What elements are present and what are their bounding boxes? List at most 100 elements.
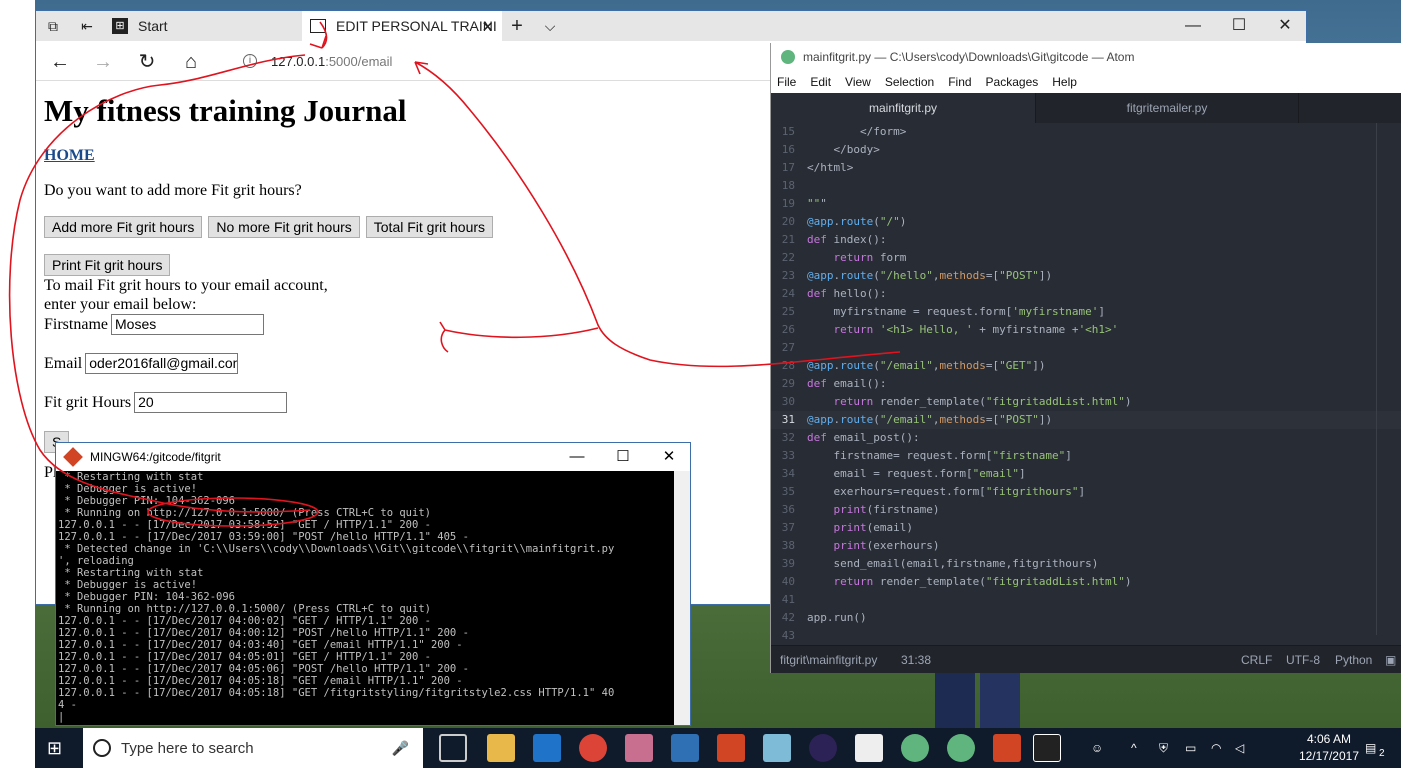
home-icon[interactable]: ⌂: [179, 50, 203, 74]
photos-icon[interactable]: [1033, 734, 1061, 762]
code-line[interactable]: 32 def email_post():: [771, 429, 1401, 447]
code-line[interactable]: 35 exerhours=request.form["fitgrithours"…: [771, 483, 1401, 501]
taskbar-clock[interactable]: 4:06 AM 12/17/2017: [1299, 731, 1359, 765]
atom-taskbar-icon-1[interactable]: [901, 734, 929, 762]
atom-menu-file[interactable]: File: [777, 75, 796, 89]
clipboard-icon[interactable]: ▣: [1385, 646, 1396, 674]
site-info-icon[interactable]: i: [243, 54, 257, 68]
windows-start-icon[interactable]: ⊞: [47, 738, 67, 758]
code-line[interactable]: 43: [771, 627, 1401, 645]
people-icon[interactable]: ☺: [1091, 728, 1103, 768]
terminal-output[interactable]: * Restarting with stat * Debugger is act…: [56, 471, 676, 725]
code-line[interactable]: 17 </html>: [771, 159, 1401, 177]
show-hidden-icons[interactable]: ^: [1131, 728, 1137, 768]
editor-scrollbar[interactable]: [1376, 123, 1377, 635]
atom-menu-find[interactable]: Find: [948, 75, 971, 89]
file-explorer-icon[interactable]: [487, 734, 515, 762]
home-link[interactable]: HOME: [44, 147, 495, 165]
new-tab-button[interactable]: +: [508, 16, 526, 36]
snipping-tool-icon[interactable]: [625, 734, 653, 762]
firstname-input[interactable]: Moses: [111, 314, 264, 335]
address-bar[interactable]: i 127.0.0.1:5000/email: [231, 47, 781, 75]
status-encoding[interactable]: UTF-8: [1286, 646, 1320, 674]
chrome-icon[interactable]: [579, 734, 607, 762]
code-line[interactable]: 23 @app.route("/hello",methods=["POST"]): [771, 267, 1401, 285]
security-icon[interactable]: ⛨: [1159, 728, 1168, 768]
add-more-hours-button[interactable]: Add more Fit grit hours: [44, 216, 203, 238]
tab-start[interactable]: ⊞ Start: [106, 11, 301, 41]
code-line[interactable]: 42 app.run(): [771, 609, 1401, 627]
microphone-icon[interactable]: 🎤: [392, 740, 409, 757]
code-line[interactable]: 28 @app.route("/email",methods=["GET"]): [771, 357, 1401, 375]
email-input[interactable]: oder2016fall@gmail.com: [85, 353, 239, 374]
code-line[interactable]: 16 </body>: [771, 141, 1401, 159]
status-cursor-position[interactable]: 31:38: [901, 646, 931, 674]
terminal-minimize-button[interactable]: —: [554, 443, 600, 471]
wifi-icon[interactable]: ◠: [1211, 728, 1221, 768]
code-line[interactable]: 29 def email():: [771, 375, 1401, 393]
task-view-icon[interactable]: [439, 734, 467, 762]
forward-arrow-icon[interactable]: →: [91, 50, 115, 74]
code-line[interactable]: 26 return '<h1> Hello, ' + myfirstname +…: [771, 321, 1401, 339]
code-line[interactable]: 37 print(email): [771, 519, 1401, 537]
atom-menu-help[interactable]: Help: [1052, 75, 1077, 89]
code-line[interactable]: 15 </form>: [771, 123, 1401, 141]
edge-icon[interactable]: [533, 734, 561, 762]
back-arrow-icon[interactable]: ←: [48, 50, 72, 74]
code-line[interactable]: 40 return render_template("fitgritaddLis…: [771, 573, 1401, 591]
git-bash-taskbar-icon[interactable]: [993, 734, 1021, 762]
powershell-icon[interactable]: [671, 734, 699, 762]
code-line[interactable]: 18: [771, 177, 1401, 195]
set-tabs-aside-icon[interactable]: ⇤: [78, 17, 96, 35]
atom-taskbar-icon-2[interactable]: [947, 734, 975, 762]
eclipse-icon[interactable]: [809, 734, 837, 762]
code-line[interactable]: 41: [771, 591, 1401, 609]
code-line[interactable]: 30 return render_template("fitgritaddLis…: [771, 393, 1401, 411]
terminal-close-button[interactable]: ✕: [646, 443, 692, 471]
hours-input[interactable]: 20: [134, 392, 288, 413]
minimize-button[interactable]: —: [1170, 11, 1216, 41]
git-gui-icon[interactable]: [717, 734, 745, 762]
code-line[interactable]: 39 send_email(email,firstname,fitgrithou…: [771, 555, 1401, 573]
status-grammar[interactable]: Python: [1335, 646, 1372, 674]
code-line[interactable]: 38 print(exerhours): [771, 537, 1401, 555]
code-line[interactable]: 20 @app.route("/"): [771, 213, 1401, 231]
code-line[interactable]: 34 email = request.form["email"]: [771, 465, 1401, 483]
atom-menu-view[interactable]: View: [845, 75, 871, 89]
atom-menu-edit[interactable]: Edit: [810, 75, 831, 89]
atom-menu-packages[interactable]: Packages: [986, 75, 1039, 89]
battery-icon[interactable]: ▭: [1185, 728, 1196, 768]
tab-edit-personal-training[interactable]: EDIT PERSONAL TRAINI ✕: [302, 11, 502, 41]
no-more-hours-button[interactable]: No more Fit grit hours: [208, 216, 360, 238]
code-line[interactable]: 19 """: [771, 195, 1401, 213]
notepad-icon[interactable]: [763, 734, 791, 762]
code-line[interactable]: 24 def hello():: [771, 285, 1401, 303]
terminal-scrollbar[interactable]: [674, 471, 690, 725]
tab-mainfitgrit[interactable]: mainfitgrit.py: [771, 93, 1035, 123]
code-line[interactable]: 31 @app.route("/email",methods=["POST"]): [771, 411, 1401, 429]
code-line[interactable]: 27: [771, 339, 1401, 357]
code-line[interactable]: 22 return form: [771, 249, 1401, 267]
total-hours-button[interactable]: Total Fit grit hours: [365, 216, 494, 238]
code-line[interactable]: 33 firstname= request.form["firstname"]: [771, 447, 1401, 465]
tab-fitgritemailer[interactable]: fitgritemailer.py: [1035, 93, 1299, 123]
tab-manager-icon[interactable]: ⧉: [44, 17, 62, 35]
status-line-ending[interactable]: CRLF: [1241, 646, 1272, 674]
terminal-maximize-button[interactable]: ☐: [600, 443, 646, 471]
atom-menu-selection[interactable]: Selection: [885, 75, 934, 89]
code-line[interactable]: 21 def index():: [771, 231, 1401, 249]
close-window-button[interactable]: ✕: [1262, 11, 1308, 41]
refresh-icon[interactable]: ↻: [135, 50, 159, 74]
volume-icon[interactable]: ◁: [1235, 728, 1244, 768]
code-line[interactable]: 36 print(firstname): [771, 501, 1401, 519]
taskbar-search-box[interactable]: Type here to search 🎤: [83, 728, 423, 768]
tab-list-button[interactable]: ⌵: [541, 17, 559, 35]
mail-icon[interactable]: [855, 734, 883, 762]
status-file-path[interactable]: fitgrit\mainfitgrit.py: [780, 646, 877, 674]
action-center-icon[interactable]: ▤: [1365, 728, 1376, 768]
print-hours-button[interactable]: Print Fit grit hours: [44, 254, 171, 276]
maximize-button[interactable]: ☐: [1216, 11, 1262, 41]
code-line[interactable]: 25 myfirstname = request.form['myfirstna…: [771, 303, 1401, 321]
code-editor[interactable]: 15 </form> 16 </body> 17 </html> 18 19 """ 20 @a…: [771, 123, 1401, 645]
close-tab-icon[interactable]: ✕: [481, 18, 494, 36]
